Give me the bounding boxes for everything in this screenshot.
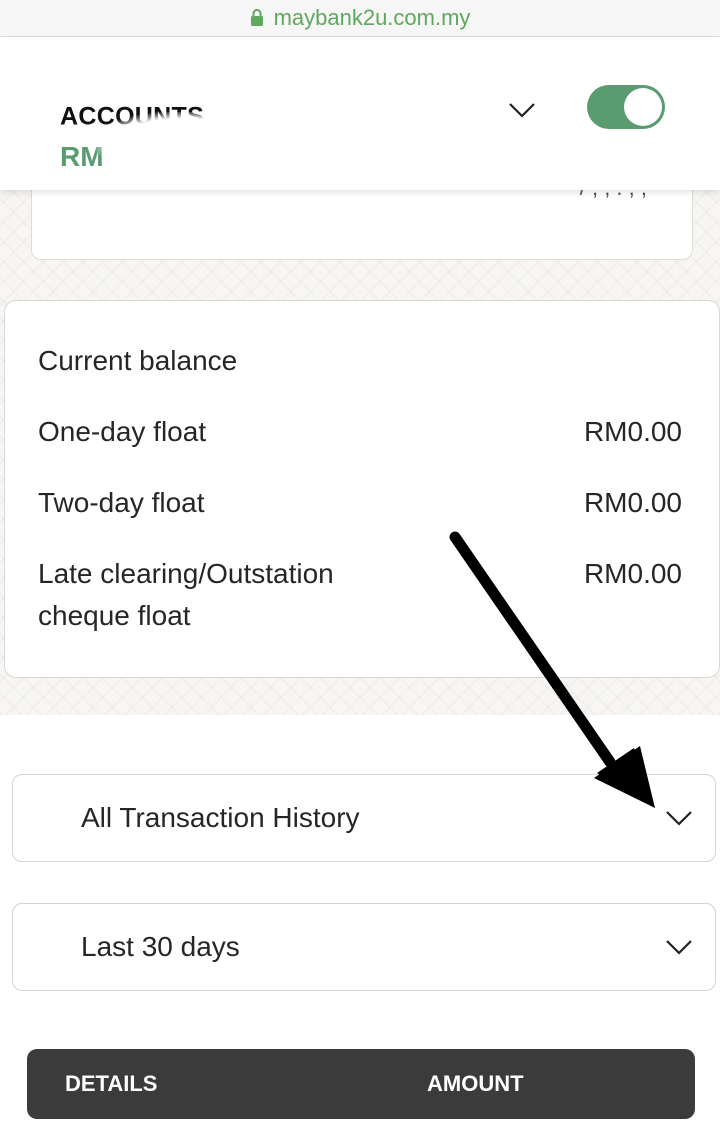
accounts-header: ACCOUNTS RM — [0, 37, 720, 190]
column-header-amount: AMOUNT — [427, 1071, 524, 1096]
period-value: Last 30 days — [81, 931, 240, 962]
balance-row-label: Current balance — [38, 345, 238, 376]
balance-row-label: Late clearing/Outstation cheque float — [38, 558, 334, 631]
balance-row-value: RM0.00 — [583, 416, 682, 447]
balance-row-label: Two-day float — [38, 487, 205, 518]
period-dropdown[interactable]: Last 30 days — [12, 903, 716, 991]
toggle-knob — [624, 88, 662, 126]
balance-row-value: RM0.00 — [583, 558, 682, 589]
balance-row: One-day float RM0.00 — [38, 411, 682, 453]
address-bar[interactable]: maybank2u.com.my — [0, 0, 720, 37]
chevron-down-icon — [666, 811, 692, 826]
redacted-balance-blur — [535, 330, 715, 390]
chevron-down-icon — [666, 940, 692, 955]
chevron-down-icon[interactable] — [508, 101, 536, 119]
balance-row: Two-day float RM0.00 — [38, 482, 682, 524]
balance-toggle[interactable] — [587, 85, 665, 129]
lock-icon — [250, 9, 263, 26]
balance-row: Late clearing/Outstation cheque float RM… — [38, 553, 682, 637]
redacted-amount-blur — [95, 112, 275, 172]
url-text: maybank2u.com.my — [273, 5, 471, 30]
column-header-details: DETAILS — [65, 1071, 158, 1096]
transaction-type-dropdown[interactable]: All Transaction History — [12, 774, 716, 862]
balance-row-value: RM0.00 — [583, 487, 682, 518]
balance-row-label: One-day float — [38, 416, 207, 447]
transaction-type-value: All Transaction History — [81, 802, 360, 833]
transaction-table-header: DETAILS AMOUNT — [27, 1049, 695, 1119]
